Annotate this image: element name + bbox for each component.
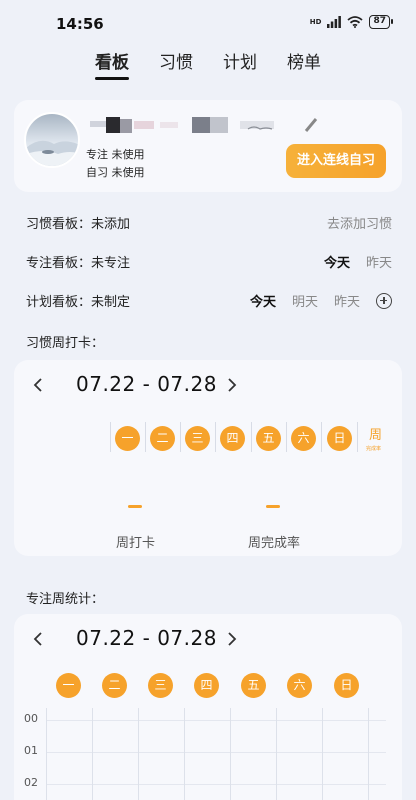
column-divider xyxy=(286,422,287,452)
column-divider xyxy=(321,422,322,452)
habit-week-card: 07.22 - 07.28 一 二 三 四 五 六 日 周 完成率 周打卡 周完… xyxy=(14,360,402,556)
focus-week-card: 07.22 - 07.28 一 二 三 四 五 六 日 00 01 02 xyxy=(14,614,402,800)
grid-line xyxy=(46,752,386,753)
focus-day-tue: 二 xyxy=(102,673,127,698)
study-usage-label: 自习 xyxy=(86,166,108,179)
study-usage-value: 未使用 xyxy=(111,166,145,179)
add-habit-link[interactable]: 去添加习惯 xyxy=(327,213,392,232)
tab-plans[interactable]: 计划 xyxy=(223,50,257,80)
plan-yesterday-tab[interactable]: 昨天 xyxy=(334,291,360,310)
habit-board-label: 习惯看板：未添加 xyxy=(26,217,131,232)
focus-yesterday-tab[interactable]: 昨天 xyxy=(366,252,392,271)
grid-line xyxy=(92,708,93,800)
chevron-left-icon[interactable] xyxy=(32,378,46,392)
grid-line xyxy=(46,720,386,721)
column-divider xyxy=(110,422,111,452)
avatar[interactable] xyxy=(24,112,80,168)
grid-line xyxy=(46,784,386,785)
signal-icon xyxy=(327,16,342,28)
weekly-checkin-value xyxy=(128,505,142,508)
focus-board-label: 专注看板：未专注 xyxy=(26,256,131,271)
status-icons: HD 87 xyxy=(309,15,393,29)
day-thu: 四 xyxy=(220,426,245,451)
day-tue: 二 xyxy=(150,426,175,451)
week-column-label: 周 xyxy=(369,428,383,443)
hour-label: 01 xyxy=(24,744,38,757)
habit-week-title: 习惯周打卡： xyxy=(26,336,105,351)
grid-line xyxy=(138,708,139,800)
focus-day-mon: 一 xyxy=(56,673,81,698)
focus-day-thu: 四 xyxy=(194,673,219,698)
column-divider xyxy=(357,422,358,452)
plan-tomorrow-tab[interactable]: 明天 xyxy=(292,291,318,310)
habit-week-range: 07.22 - 07.28 xyxy=(76,372,217,396)
redacted-username xyxy=(90,117,318,133)
profile-card: 专注 未使用 自习 未使用 进入连线自习 xyxy=(14,100,402,192)
chevron-right-icon[interactable] xyxy=(224,632,238,646)
column-divider xyxy=(251,422,252,452)
grid-line xyxy=(46,708,47,800)
plan-today-tab[interactable]: 今天 xyxy=(250,291,276,310)
hour-label: 02 xyxy=(24,776,38,789)
focus-day-fri: 五 xyxy=(241,673,266,698)
grid-line xyxy=(276,708,277,800)
focus-usage-label: 专注 xyxy=(86,148,108,161)
tab-habits[interactable]: 习惯 xyxy=(159,50,193,80)
focus-week-range: 07.22 - 07.28 xyxy=(76,626,217,650)
weekly-checkin-label: 周打卡 xyxy=(116,536,156,551)
enter-live-study-button[interactable]: 进入连线自习 xyxy=(286,144,386,178)
focus-day-sat: 六 xyxy=(287,673,312,698)
battery-icon: 87 xyxy=(369,15,393,29)
chevron-right-icon[interactable] xyxy=(224,378,238,392)
weekly-completion-label: 周完成率 xyxy=(248,536,301,551)
focus-week-title: 专注周统计： xyxy=(26,592,105,607)
plan-board-label: 计划看板：未制定 xyxy=(26,295,131,310)
focus-day-wed: 三 xyxy=(148,673,173,698)
add-plan-icon[interactable] xyxy=(376,292,392,309)
focus-usage: 专注 未使用 xyxy=(86,146,145,162)
column-divider xyxy=(215,422,216,452)
grid-line xyxy=(230,708,231,800)
plan-board-row: 计划看板：未制定 今天 明天 昨天 xyxy=(26,288,392,312)
day-wed: 三 xyxy=(185,426,210,451)
day-fri: 五 xyxy=(256,426,281,451)
tab-dashboard[interactable]: 看板 xyxy=(95,50,129,80)
hour-label: 00 xyxy=(24,712,38,725)
day-sat: 六 xyxy=(291,426,316,451)
column-divider xyxy=(180,422,181,452)
avatar-landscape-image xyxy=(26,140,78,166)
habit-board-row: 习惯看板：未添加 去添加习惯 xyxy=(26,210,392,234)
week-column-sublabel: 完成率 xyxy=(366,446,382,452)
status-time: 14:56 xyxy=(56,15,104,33)
status-bar: 14:56 HD 87 xyxy=(0,0,416,44)
tab-leaderboard[interactable]: 榜单 xyxy=(287,50,321,80)
focus-board-row: 专注看板：未专注 今天 昨天 xyxy=(26,249,392,273)
focus-today-tab[interactable]: 今天 xyxy=(324,252,350,271)
network-type-label: HD xyxy=(309,17,322,26)
day-mon: 一 xyxy=(115,426,140,451)
day-sun: 日 xyxy=(327,426,352,451)
focus-usage-value: 未使用 xyxy=(111,148,145,161)
grid-line xyxy=(368,708,369,800)
study-usage: 自习 未使用 xyxy=(86,164,145,180)
top-tabs: 看板 习惯 计划 榜单 xyxy=(0,50,416,84)
column-divider xyxy=(145,422,146,452)
weekly-completion-value xyxy=(266,505,280,508)
grid-line xyxy=(184,708,185,800)
focus-day-sun: 日 xyxy=(334,673,359,698)
grid-line xyxy=(322,708,323,800)
chevron-left-icon[interactable] xyxy=(32,632,46,646)
wifi-icon xyxy=(347,16,364,28)
